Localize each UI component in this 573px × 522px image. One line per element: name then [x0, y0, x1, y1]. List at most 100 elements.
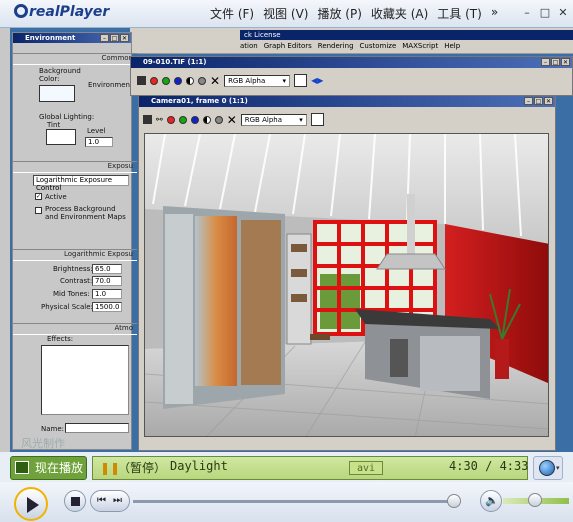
vfb-front-color-swatch[interactable]: [310, 113, 324, 126]
menu-tools[interactable]: 工具 (T): [437, 5, 482, 22]
physical-scale-field[interactable]: 1500.0: [92, 302, 122, 312]
active-label: Active: [45, 193, 67, 201]
save-icon[interactable]: [143, 115, 152, 124]
max-menu-help[interactable]: Help: [444, 42, 460, 50]
save-icon[interactable]: [137, 76, 146, 85]
menu-view[interactable]: 视图 (V): [263, 5, 308, 22]
active-checkbox[interactable]: ✓: [35, 193, 42, 200]
alpha-channel-icon[interactable]: [202, 115, 211, 124]
vfb-back-toolbar: ✕ RGB Alpha ▾ ◀▶: [137, 74, 323, 87]
vfb-back-minimize-button[interactable]: –: [541, 58, 550, 66]
menu-more[interactable]: »: [491, 5, 498, 22]
clear-icon[interactable]: ✕: [227, 114, 237, 126]
exposure-section-header[interactable]: Exposu: [13, 161, 137, 173]
max-title-bar: ck License: [240, 30, 573, 40]
stop-icon: [71, 497, 80, 506]
clone-icon[interactable]: ⚯: [156, 115, 163, 124]
prev-next-buttons: ⏮ ⏭: [90, 490, 130, 512]
process-background-checkbox[interactable]: [35, 207, 42, 214]
vfb-back-color-swatch[interactable]: [294, 74, 308, 87]
vfb-front-close-button[interactable]: ✕: [544, 97, 553, 105]
playback-state: （暂停）: [118, 461, 167, 475]
vfb-back-window: 09-010.TIF (1:1) – □ ✕ ✕ RGB Alpha ▾ ◀▶: [130, 56, 573, 96]
logo-ring-icon: [14, 4, 28, 18]
previous-icon[interactable]: ⏮: [97, 495, 106, 506]
rendered-kitchen-image: [144, 133, 549, 437]
tint-color-swatch[interactable]: [46, 129, 76, 145]
common-section-header[interactable]: Common: [13, 53, 137, 65]
max-menu-maxscript[interactable]: MAXScript: [402, 42, 438, 50]
chevron-down-icon: ▾: [556, 464, 560, 472]
atmosphere-section-header[interactable]: Atmo: [13, 323, 137, 335]
arrows-icon[interactable]: ◀▶: [311, 76, 323, 85]
brightness-field[interactable]: 65.0: [92, 264, 122, 274]
level-field[interactable]: 1.0: [85, 137, 113, 147]
level-label: Level: [87, 127, 106, 135]
midtones-field[interactable]: 1.0: [92, 289, 122, 299]
blue-channel-icon[interactable]: [190, 115, 199, 124]
log-exposure-section-header[interactable]: Logarithmic Exposu: [13, 249, 137, 261]
volume-button[interactable]: 🔈: [480, 490, 502, 512]
vfb-front-channel-dropdown[interactable]: RGB Alpha ▾: [240, 113, 307, 126]
red-channel-icon[interactable]: [166, 115, 175, 124]
vfb-front-window-buttons: – □ ✕: [524, 97, 553, 105]
watermark: 风光制作: [21, 437, 65, 450]
max-menu-graph-editors[interactable]: Graph Editors: [264, 42, 312, 50]
mono-icon[interactable]: [198, 76, 206, 85]
midtones-label: Mid Tones:: [53, 290, 90, 298]
format-badge: avi: [349, 461, 383, 475]
minimize-button[interactable]: –: [519, 6, 535, 20]
vfb-front-title: Camera01, frame 0 (1:1): [139, 96, 555, 107]
alpha-channel-icon[interactable]: [186, 76, 194, 85]
seek-thumb[interactable]: [447, 494, 461, 508]
background-color-swatch[interactable]: [39, 85, 75, 102]
vfb-back-channel-dropdown[interactable]: RGB Alpha ▾: [224, 74, 291, 87]
red-channel-icon[interactable]: [150, 76, 158, 85]
vfb-back-close-button[interactable]: ✕: [561, 58, 570, 66]
clear-icon[interactable]: ✕: [210, 75, 220, 87]
monitor-icon: [15, 461, 29, 474]
max-menu-rendering[interactable]: Rendering: [318, 42, 354, 50]
time-display: 4:30 / 4:33: [449, 459, 529, 473]
max-menu-customize[interactable]: Customize: [360, 42, 397, 50]
exposure-control-dropdown[interactable]: Logarithmic Exposure Control: [33, 175, 129, 192]
vfb-front-minimize-button[interactable]: –: [524, 97, 533, 105]
contrast-field[interactable]: 70.0: [92, 276, 122, 286]
globe-button[interactable]: ▾: [533, 456, 563, 480]
next-icon[interactable]: ⏭: [113, 495, 122, 506]
environment-window-buttons: – □ ✕: [100, 34, 129, 42]
environment-map-label: Environment: [88, 81, 133, 89]
color-label: Color:: [39, 75, 60, 83]
stop-button[interactable]: [64, 490, 86, 512]
env-minimize-button[interactable]: –: [100, 34, 109, 42]
vfb-front-toolbar: ⚯ ✕ RGB Alpha ▾: [143, 113, 324, 126]
env-close-button[interactable]: ✕: [120, 34, 129, 42]
name-field[interactable]: [65, 423, 129, 433]
menu-favorites[interactable]: 收藏夹 (A): [371, 5, 428, 22]
kitchen-render-svg: [145, 134, 548, 436]
green-channel-icon[interactable]: [178, 115, 187, 124]
environment-panel: Environment – □ ✕ Common Background Colo…: [12, 32, 137, 450]
realplayer-logo[interactable]: realPlayer: [14, 4, 109, 20]
env-maximize-button[interactable]: □: [110, 34, 119, 42]
play-button[interactable]: [14, 487, 48, 521]
global-lighting-label: Global Lighting:: [39, 113, 95, 121]
vfb-front-maximize-button[interactable]: □: [534, 97, 543, 105]
process-background-label: Process Background and Environment Maps: [45, 205, 126, 221]
vfb-back-title: 09-010.TIF (1:1): [131, 57, 572, 68]
close-button[interactable]: ✕: [555, 6, 571, 20]
green-channel-icon[interactable]: [162, 76, 170, 85]
menu-file[interactable]: 文件 (F): [210, 5, 254, 22]
volume-thumb[interactable]: [528, 493, 542, 507]
maximize-button[interactable]: □: [537, 6, 553, 20]
vfb-back-maximize-button[interactable]: □: [551, 58, 560, 66]
speaker-icon: 🔈: [485, 494, 499, 507]
menu-play[interactable]: 播放 (P): [317, 5, 361, 22]
vfb-back-window-buttons: – □ ✕: [541, 58, 570, 66]
effects-list[interactable]: [41, 345, 129, 415]
max-menu-animation[interactable]: ation: [240, 42, 258, 50]
seek-bar[interactable]: [133, 500, 458, 503]
menu-bar: 文件 (F) 视图 (V) 播放 (P) 收藏夹 (A) 工具 (T) »: [210, 5, 498, 22]
mono-icon[interactable]: [214, 115, 223, 124]
blue-channel-icon[interactable]: [174, 76, 182, 85]
